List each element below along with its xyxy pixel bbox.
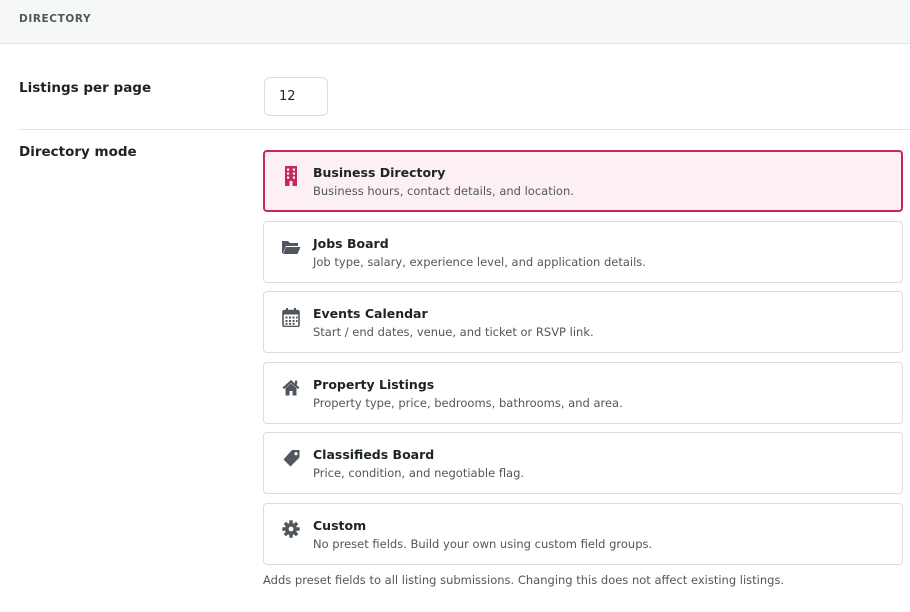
mode-option-description: No preset fields. Build your own using c… (313, 536, 653, 551)
mode-option-business-directory[interactable]: Business Directory Business hours, conta… (263, 150, 903, 212)
mode-option-title: Custom (313, 517, 367, 533)
mode-option-property-listings[interactable]: Property Listings Property type, price, … (263, 361, 903, 424)
mode-option-events-calendar[interactable]: Events Calendar Start / end dates, venue… (263, 291, 903, 353)
mode-option-description: Start / end dates, venue, and ticket or … (313, 325, 594, 339)
mode-option-jobs-board[interactable]: Jobs Board Job type, salary, experience … (263, 220, 903, 283)
directory-mode-options: Business Directory Business hours, conta… (263, 150, 903, 573)
house-icon (281, 378, 301, 398)
folder-open-icon (281, 237, 301, 257)
directory-mode-label: Directory mode (19, 144, 137, 160)
building-icon (281, 166, 301, 186)
mode-option-description: Business hours, contact details, and loc… (313, 184, 574, 198)
mode-option-classifieds-board[interactable]: Classifieds Board Price, condition, and … (263, 432, 903, 494)
calendar-icon (281, 307, 301, 327)
mode-option-title: Events Calendar (313, 306, 428, 321)
gear-icon (281, 519, 301, 539)
mode-option-title: Jobs Board (313, 235, 389, 251)
listings-per-page-label: Listings per page (19, 80, 152, 96)
mode-option-description: Job type, salary, experience level, and … (313, 254, 646, 269)
mode-option-title: Classifieds Board (313, 447, 435, 462)
mode-option-description: Price, condition, and negotiable flag. (313, 466, 525, 480)
directory-mode-help-text: Adds preset fields to all listing submis… (263, 573, 785, 587)
mode-option-description: Property type, price, bedrooms, bathroom… (313, 395, 623, 410)
mode-option-title: Business Directory (313, 165, 446, 180)
tag-icon (281, 448, 301, 468)
section-title: DIRECTORY (19, 13, 92, 25)
listings-per-page-input[interactable] (264, 77, 328, 116)
section-header: DIRECTORY (0, 0, 910, 44)
mode-option-custom[interactable]: Custom No preset fields. Build your own … (263, 502, 903, 565)
row-divider (19, 129, 910, 130)
mode-option-title: Property Listings (313, 376, 435, 392)
